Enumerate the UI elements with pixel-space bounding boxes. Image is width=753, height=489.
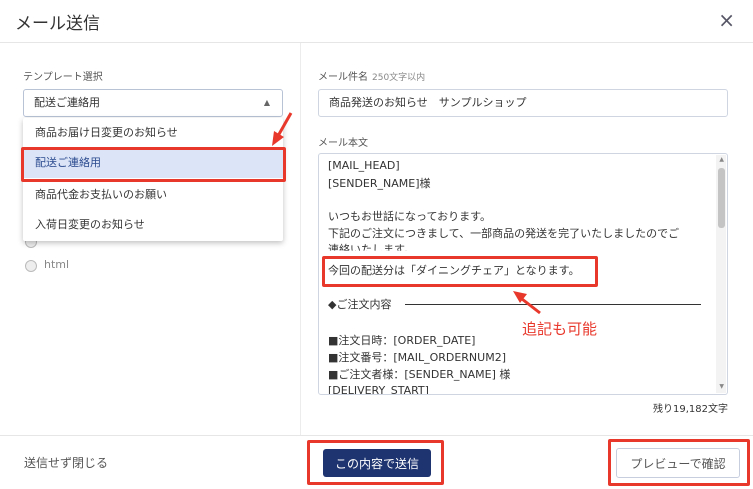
arrow-to-added-text bbox=[521, 297, 541, 315]
arrow-to-template bbox=[276, 112, 293, 137]
close-without-send-link[interactable]: 送信せず閉じる bbox=[24, 454, 108, 471]
annotation-arrows bbox=[272, 112, 541, 315]
preview-button[interactable]: プレビューで確認 bbox=[616, 448, 740, 478]
mail-send-dialog: メール送信 × テンプレート選択 配送ご連絡用 ▲ html 商品お届け日変更の… bbox=[0, 0, 753, 489]
send-button[interactable]: この内容で送信 bbox=[323, 449, 431, 477]
annotation-label: 追記も可能 bbox=[522, 320, 598, 338]
